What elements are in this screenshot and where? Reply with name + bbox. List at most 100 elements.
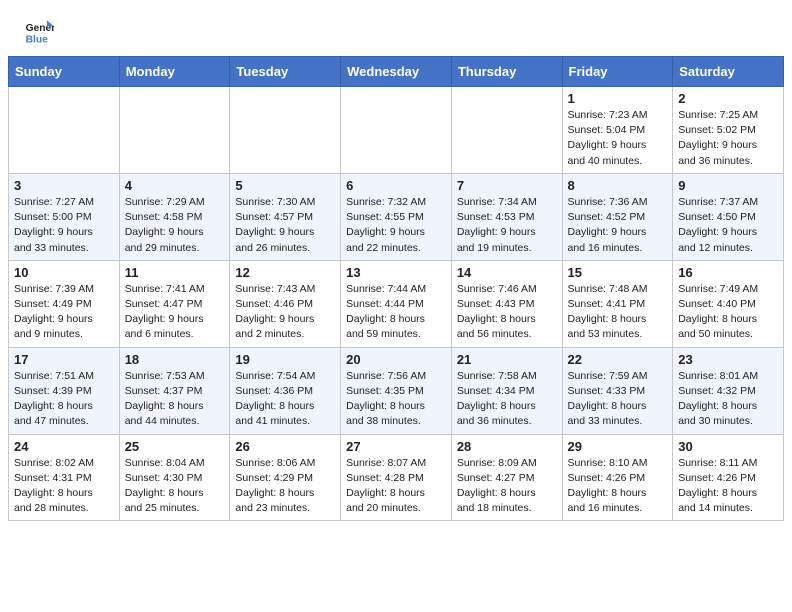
day-detail: Sunrise: 7:27 AM Sunset: 5:00 PM Dayligh… bbox=[14, 195, 114, 256]
calendar-cell: 23 Sunrise: 8:01 AM Sunset: 4:32 PM Dayli… bbox=[673, 347, 784, 434]
svg-text:Blue: Blue bbox=[26, 34, 49, 45]
weekday-header: Thursday bbox=[451, 57, 562, 87]
day-detail: Sunrise: 8:01 AM Sunset: 4:32 PM Dayligh… bbox=[678, 369, 778, 430]
calendar-header: SundayMondayTuesdayWednesdayThursdayFrid… bbox=[9, 57, 784, 87]
calendar-cell bbox=[9, 87, 120, 174]
calendar-cell: 28 Sunrise: 8:09 AM Sunset: 4:27 PM Dayli… bbox=[451, 434, 562, 521]
page-header: General Blue bbox=[0, 0, 792, 56]
weekday-header: Wednesday bbox=[341, 57, 452, 87]
day-number: 25 bbox=[125, 439, 225, 454]
day-detail: Sunrise: 7:41 AM Sunset: 4:47 PM Dayligh… bbox=[125, 282, 225, 343]
calendar-cell: 1 Sunrise: 7:23 AM Sunset: 5:04 PM Daylig… bbox=[562, 87, 673, 174]
logo-icon: General Blue bbox=[24, 18, 54, 46]
weekday-header: Saturday bbox=[673, 57, 784, 87]
day-detail: Sunrise: 7:51 AM Sunset: 4:39 PM Dayligh… bbox=[14, 369, 114, 430]
calendar-cell: 24 Sunrise: 8:02 AM Sunset: 4:31 PM Dayli… bbox=[9, 434, 120, 521]
calendar-cell: 22 Sunrise: 7:59 AM Sunset: 4:33 PM Dayli… bbox=[562, 347, 673, 434]
day-detail: Sunrise: 7:53 AM Sunset: 4:37 PM Dayligh… bbox=[125, 369, 225, 430]
day-number: 23 bbox=[678, 352, 778, 367]
day-detail: Sunrise: 7:36 AM Sunset: 4:52 PM Dayligh… bbox=[568, 195, 668, 256]
day-detail: Sunrise: 7:59 AM Sunset: 4:33 PM Dayligh… bbox=[568, 369, 668, 430]
day-detail: Sunrise: 7:58 AM Sunset: 4:34 PM Dayligh… bbox=[457, 369, 557, 430]
calendar-cell: 29Sunrise: 8:10 AM Sunset: 4:26 PM Dayli… bbox=[562, 434, 673, 521]
day-number: 24 bbox=[14, 439, 114, 454]
calendar-cell: 14 Sunrise: 7:46 AM Sunset: 4:43 PM Dayli… bbox=[451, 260, 562, 347]
day-number: 27 bbox=[346, 439, 446, 454]
day-detail: Sunrise: 8:04 AM Sunset: 4:30 PM Dayligh… bbox=[125, 456, 225, 517]
calendar-cell: 8 Sunrise: 7:36 AM Sunset: 4:52 PM Daylig… bbox=[562, 173, 673, 260]
calendar-cell: 2 Sunrise: 7:25 AM Sunset: 5:02 PM Daylig… bbox=[673, 87, 784, 174]
day-detail: Sunrise: 7:54 AM Sunset: 4:36 PM Dayligh… bbox=[235, 369, 335, 430]
calendar-cell: 13 Sunrise: 7:44 AM Sunset: 4:44 PM Dayli… bbox=[341, 260, 452, 347]
day-detail: Sunrise: 7:46 AM Sunset: 4:43 PM Dayligh… bbox=[457, 282, 557, 343]
calendar-table: SundayMondayTuesdayWednesdayThursdayFrid… bbox=[8, 56, 784, 521]
day-number: 14 bbox=[457, 265, 557, 280]
calendar-body: 1 Sunrise: 7:23 AM Sunset: 5:04 PM Daylig… bbox=[9, 87, 784, 521]
day-detail: Sunrise: 7:56 AM Sunset: 4:35 PM Dayligh… bbox=[346, 369, 446, 430]
day-number: 28 bbox=[457, 439, 557, 454]
day-number: 16 bbox=[678, 265, 778, 280]
calendar-cell: 12Sunrise: 7:43 AM Sunset: 4:46 PM Dayli… bbox=[230, 260, 341, 347]
day-detail: Sunrise: 7:34 AM Sunset: 4:53 PM Dayligh… bbox=[457, 195, 557, 256]
logo: General Blue bbox=[24, 18, 58, 46]
day-number: 3 bbox=[14, 178, 114, 193]
calendar-cell: 17Sunrise: 7:51 AM Sunset: 4:39 PM Dayli… bbox=[9, 347, 120, 434]
day-detail: Sunrise: 7:29 AM Sunset: 4:58 PM Dayligh… bbox=[125, 195, 225, 256]
day-number: 8 bbox=[568, 178, 668, 193]
calendar-cell bbox=[341, 87, 452, 174]
day-number: 22 bbox=[568, 352, 668, 367]
weekday-header: Monday bbox=[119, 57, 230, 87]
day-detail: Sunrise: 7:48 AM Sunset: 4:41 PM Dayligh… bbox=[568, 282, 668, 343]
day-detail: Sunrise: 8:11 AM Sunset: 4:26 PM Dayligh… bbox=[678, 456, 778, 517]
calendar-cell: 20 Sunrise: 7:56 AM Sunset: 4:35 PM Dayli… bbox=[341, 347, 452, 434]
day-number: 2 bbox=[678, 91, 778, 106]
calendar-cell: 6 Sunrise: 7:32 AM Sunset: 4:55 PM Daylig… bbox=[341, 173, 452, 260]
day-detail: Sunrise: 7:43 AM Sunset: 4:46 PM Dayligh… bbox=[235, 282, 335, 343]
day-number: 20 bbox=[346, 352, 446, 367]
calendar-wrapper: SundayMondayTuesdayWednesdayThursdayFrid… bbox=[0, 56, 792, 529]
day-number: 26 bbox=[235, 439, 335, 454]
day-number: 29 bbox=[568, 439, 668, 454]
calendar-cell bbox=[451, 87, 562, 174]
day-number: 4 bbox=[125, 178, 225, 193]
calendar-cell: 5 Sunrise: 7:30 AM Sunset: 4:57 PM Daylig… bbox=[230, 173, 341, 260]
day-detail: Sunrise: 7:37 AM Sunset: 4:50 PM Dayligh… bbox=[678, 195, 778, 256]
day-detail: Sunrise: 8:07 AM Sunset: 4:28 PM Dayligh… bbox=[346, 456, 446, 517]
day-number: 13 bbox=[346, 265, 446, 280]
day-detail: Sunrise: 7:25 AM Sunset: 5:02 PM Dayligh… bbox=[678, 108, 778, 169]
calendar-cell: 3 Sunrise: 7:27 AM Sunset: 5:00 PM Daylig… bbox=[9, 173, 120, 260]
weekday-header: Sunday bbox=[9, 57, 120, 87]
weekday-header: Tuesday bbox=[230, 57, 341, 87]
day-detail: Sunrise: 7:23 AM Sunset: 5:04 PM Dayligh… bbox=[568, 108, 668, 169]
day-detail: Sunrise: 8:02 AM Sunset: 4:31 PM Dayligh… bbox=[14, 456, 114, 517]
calendar-cell: 7 Sunrise: 7:34 AM Sunset: 4:53 PM Daylig… bbox=[451, 173, 562, 260]
calendar-cell: 25 Sunrise: 8:04 AM Sunset: 4:30 PM Dayli… bbox=[119, 434, 230, 521]
calendar-cell: 15Sunrise: 7:48 AM Sunset: 4:41 PM Dayli… bbox=[562, 260, 673, 347]
day-number: 7 bbox=[457, 178, 557, 193]
calendar-cell: 9 Sunrise: 7:37 AM Sunset: 4:50 PM Daylig… bbox=[673, 173, 784, 260]
day-detail: Sunrise: 7:30 AM Sunset: 4:57 PM Dayligh… bbox=[235, 195, 335, 256]
day-number: 21 bbox=[457, 352, 557, 367]
day-number: 19 bbox=[235, 352, 335, 367]
calendar-cell bbox=[119, 87, 230, 174]
calendar-cell bbox=[230, 87, 341, 174]
calendar-cell: 26Sunrise: 8:06 AM Sunset: 4:29 PM Dayli… bbox=[230, 434, 341, 521]
day-number: 9 bbox=[678, 178, 778, 193]
day-detail: Sunrise: 7:44 AM Sunset: 4:44 PM Dayligh… bbox=[346, 282, 446, 343]
calendar-cell: 21 Sunrise: 7:58 AM Sunset: 4:34 PM Dayli… bbox=[451, 347, 562, 434]
day-number: 30 bbox=[678, 439, 778, 454]
day-detail: Sunrise: 8:09 AM Sunset: 4:27 PM Dayligh… bbox=[457, 456, 557, 517]
calendar-cell: 16 Sunrise: 7:49 AM Sunset: 4:40 PM Dayli… bbox=[673, 260, 784, 347]
weekday-header: Friday bbox=[562, 57, 673, 87]
day-number: 1 bbox=[568, 91, 668, 106]
calendar-cell: 19 Sunrise: 7:54 AM Sunset: 4:36 PM Dayli… bbox=[230, 347, 341, 434]
calendar-cell: 27 Sunrise: 8:07 AM Sunset: 4:28 PM Dayli… bbox=[341, 434, 452, 521]
day-detail: Sunrise: 7:49 AM Sunset: 4:40 PM Dayligh… bbox=[678, 282, 778, 343]
calendar-cell: 4 Sunrise: 7:29 AM Sunset: 4:58 PM Daylig… bbox=[119, 173, 230, 260]
day-detail: Sunrise: 7:39 AM Sunset: 4:49 PM Dayligh… bbox=[14, 282, 114, 343]
day-number: 5 bbox=[235, 178, 335, 193]
day-number: 10 bbox=[14, 265, 114, 280]
calendar-cell: 10 Sunrise: 7:39 AM Sunset: 4:49 PM Dayli… bbox=[9, 260, 120, 347]
day-number: 6 bbox=[346, 178, 446, 193]
day-detail: Sunrise: 7:32 AM Sunset: 4:55 PM Dayligh… bbox=[346, 195, 446, 256]
